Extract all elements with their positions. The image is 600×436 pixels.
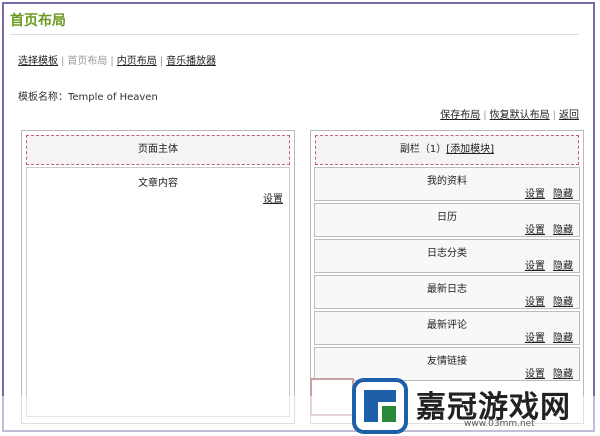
nav-separator: | [110, 56, 114, 67]
action-separator: | [483, 110, 487, 121]
module-hide-link[interactable]: 隐藏 [553, 225, 573, 236]
template-name-value: Temple of Heaven [68, 92, 158, 103]
module-profile[interactable]: 我的资料 设置 隐藏 [314, 167, 580, 201]
watermark-url: www.03mm.net [464, 419, 535, 429]
nav-inner-layout[interactable]: 内页布局 [117, 56, 157, 67]
module-latest-comments[interactable]: 最新评论 设置 隐藏 [314, 311, 580, 345]
layout-actions: 保存布局 | 恢复默认布局 | 返回 [440, 106, 579, 121]
watermark: 嘉冠游戏网 www.03mm.net [352, 378, 592, 434]
page-title: 首页布局 [10, 13, 66, 29]
module-hide-link[interactable]: 隐藏 [553, 261, 573, 272]
nav-separator: | [61, 56, 65, 67]
back-link[interactable]: 返回 [559, 110, 579, 121]
article-content-block[interactable]: 文章内容 设置 [26, 167, 290, 417]
sidebar-column-header: 副栏（1）[添加模块] [315, 135, 579, 165]
module-setting-link[interactable]: 设置 [525, 333, 545, 344]
title-divider [10, 34, 579, 35]
nav-separator: | [159, 56, 164, 67]
template-name-row: 模板名称：Temple of Heaven [18, 88, 158, 103]
action-separator: | [552, 110, 556, 121]
article-content-title: 文章内容 [138, 178, 178, 189]
nav-music-player[interactable]: 音乐播放器 [166, 56, 216, 67]
nav-select-template[interactable]: 选择模板 [18, 56, 58, 67]
module-hide-link[interactable]: 隐藏 [553, 189, 573, 200]
main-column-header: 页面主体 [26, 135, 290, 165]
module-calendar[interactable]: 日历 设置 隐藏 [314, 203, 580, 237]
module-setting-link[interactable]: 设置 [525, 225, 545, 236]
add-module-link[interactable]: [添加模块] [446, 144, 494, 155]
module-hide-link[interactable]: 隐藏 [553, 297, 573, 308]
nav-bar: 选择模板 | 首页布局 | 内页布局 | 音乐播放器 [18, 52, 216, 67]
module-hide-link[interactable]: 隐藏 [553, 333, 573, 344]
save-layout-link[interactable]: 保存布局 [440, 110, 480, 121]
module-setting-link[interactable]: 设置 [525, 189, 545, 200]
module-friend-links[interactable]: 友情链接 设置 隐藏 [314, 347, 580, 381]
template-name-label: 模板名称： [18, 92, 68, 103]
layout-window: 首页布局 选择模板 | 首页布局 | 内页布局 | 音乐播放器 模板名称：Temple of… [2, 2, 595, 432]
main-column: 页面主体 文章内容 设置 [21, 130, 295, 424]
module-categories[interactable]: 日志分类 设置 隐藏 [314, 239, 580, 273]
module-setting-link[interactable]: 设置 [525, 261, 545, 272]
module-latest-posts[interactable]: 最新日志 设置 隐藏 [314, 275, 580, 309]
watermark-logo-icon [352, 378, 408, 434]
nav-home-layout: 首页布局 [67, 56, 108, 67]
sidebar-header-label: 副栏（1） [399, 144, 447, 155]
article-content-setting-link[interactable]: 设置 [263, 190, 283, 205]
restore-default-link[interactable]: 恢复默认布局 [490, 110, 550, 121]
module-setting-link[interactable]: 设置 [525, 297, 545, 308]
